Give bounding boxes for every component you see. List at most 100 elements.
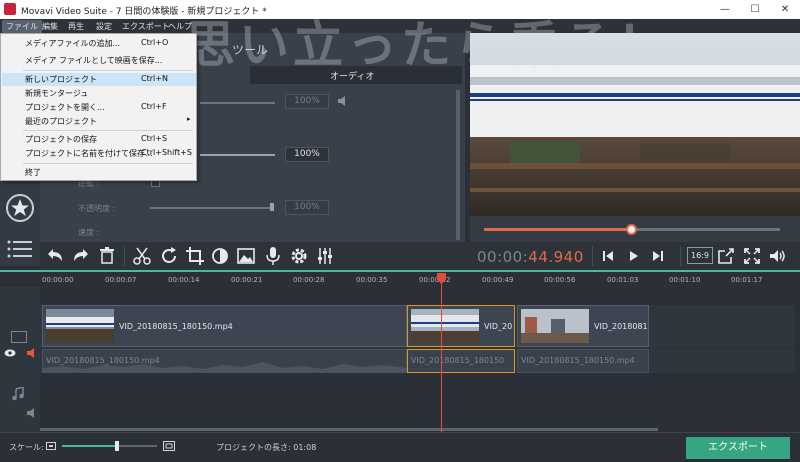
timeline-scrollbar[interactable] [40,428,658,431]
eye-icon[interactable] [4,349,16,357]
audio-clip[interactable]: VID_20180815_180150.mp4 [42,349,407,373]
redo-icon[interactable] [69,244,93,268]
menu-item-new-project[interactable]: 新しいプロジェクト Ctrl+N [2,73,196,86]
menu-item-save-movie[interactable]: メディア ファイルとして映画を保存... [2,54,196,67]
menu-separator [23,163,193,164]
menu-item-label: 新しいプロジェクト [25,75,97,84]
star-effects-icon[interactable] [5,193,35,223]
video-clip-selected[interactable]: VID_20 [407,305,515,347]
menu-play[interactable]: 再生 [64,20,88,33]
audio-clip-name: VID_20180815_180150.mp4 [521,356,635,365]
audio-clip-name: VID_20180815_180150 [411,356,505,365]
audio-speaker-icon[interactable] [27,408,38,418]
fullscreen-icon[interactable] [740,244,764,268]
menu-item-shortcut: Ctrl+S [141,134,168,143]
ruler-tick: 00:00:28 [293,276,325,284]
menu-item-exit[interactable]: 終了 [2,166,196,179]
audio-clip-name: VID_20180815_180150.mp4 [46,356,160,365]
image-icon[interactable] [234,244,258,268]
close-button[interactable]: ✕ [770,0,800,19]
audio-clip-selected[interactable]: VID_20180815_180150 [407,349,515,373]
opacity-slider-track[interactable] [150,207,272,209]
edit-toolbar [40,242,800,270]
timeline-ruler[interactable]: 00:00:00 00:00:07 00:00:14 00:00:21 00:0… [0,270,800,287]
export-button[interactable]: エクスポート [686,437,790,459]
menu-item-shortcut: Ctrl+F [141,102,167,111]
menu-item-save-project[interactable]: プロジェクトの保存 Ctrl+S [2,133,196,146]
speed-label: 速度 : [78,228,100,237]
value-field-1[interactable]: 100% [285,94,329,109]
menu-item-shortcut: Ctrl+Shift+S [141,148,192,157]
skip-back-icon[interactable] [596,244,620,268]
panel-scrollbar[interactable] [456,90,460,240]
seek-knob[interactable] [626,224,637,235]
audio-clip[interactable]: VID_20180815_180150.mp4 [517,349,649,373]
ruler-tick: 00:01:10 [669,276,701,284]
video-clip[interactable]: VID_2018081 [517,305,649,347]
slider-2-track[interactable] [200,154,275,156]
menu-separator [23,70,193,71]
seek-fill [484,228,632,231]
track-headers [0,287,40,432]
volume-icon[interactable] [766,244,790,268]
rotate-icon[interactable] [157,244,181,268]
aspect-ratio-button[interactable]: 16:9 [687,247,713,264]
gear-icon[interactable] [287,244,311,268]
microphone-icon[interactable] [261,244,285,268]
menu-item-add-media[interactable]: メディアファイルの追加... Ctrl+O [2,37,196,50]
undo-icon[interactable] [43,244,67,268]
menu-item-label: プロジェクトに名前を付けて保存... [25,149,153,158]
menu-edit[interactable]: 編集 [38,20,62,33]
project-length: プロジェクトの長さ: 01:08 [216,443,317,452]
export-frame-icon[interactable] [714,244,738,268]
ruler-tick: 00:00:21 [231,276,263,284]
delete-icon[interactable] [95,244,119,268]
clip-name: VID_2018081 [594,322,648,331]
menu-file[interactable]: ファイル [2,20,42,33]
menu-item-new-montage[interactable]: 新規モンタージュ [2,87,196,100]
status-bar [0,432,800,462]
file-menu-dropdown: メディアファイルの追加... Ctrl+O メディア ファイルとして映画を保存..… [0,33,197,181]
submenu-arrow-icon: ▸ [187,115,191,123]
play-icon[interactable] [621,244,645,268]
slider-1-track[interactable] [200,102,275,104]
menu-item-save-as[interactable]: プロジェクトに名前を付けて保存... Ctrl+Shift+S [2,147,196,160]
ruler-tick: 00:00:07 [105,276,137,284]
title-overlay-text: 思い立ったら乗る！ [185,16,671,74]
value-field-2[interactable]: 100% [285,147,329,162]
menu-settings[interactable]: 設定 [92,20,116,33]
more-tools-icon[interactable] [7,239,33,259]
ruler-tick: 00:00:49 [482,276,514,284]
timecode-main: 00:00: [477,248,529,266]
video-clip[interactable]: VID_20180815_180150.mp4 [42,305,407,347]
value-field-3[interactable]: 100% [285,200,329,215]
playhead-line [441,275,442,432]
music-note-icon [12,387,24,401]
equalizer-icon[interactable] [313,244,337,268]
menu-item-recent-projects[interactable]: 最近のプロジェクト ▸ [2,115,196,128]
menu-item-shortcut: Ctrl+N [141,74,168,83]
preview-seekbar[interactable] [470,216,800,242]
opacity-label: 不透明度 : [78,204,116,213]
maximize-button[interactable]: ☐ [740,0,770,19]
scale-label: スケール: [9,443,44,452]
menu-item-label: 新規モンタージュ [25,89,89,98]
opacity-slider-knob[interactable] [270,203,274,211]
crop-icon[interactable] [183,244,207,268]
scissors-icon[interactable] [130,244,154,268]
scale-slider-knob[interactable] [115,441,120,451]
clip-thumbnail [411,309,479,343]
scale-slider-fill [62,445,118,447]
mute-icon[interactable] [27,348,38,358]
speaker-icon[interactable] [337,96,349,106]
skip-forward-icon[interactable] [646,244,670,268]
menu-item-label: メディア ファイルとして映画を保存... [25,56,163,65]
zoom-out-icon[interactable] [46,442,56,450]
menu-item-open-project[interactable]: プロジェクトを開く... Ctrl+F [2,101,196,114]
clip-thumbnail [521,309,589,343]
clip-name: VID_20180815_180150.mp4 [119,322,233,331]
zoom-fit-icon[interactable] [163,441,175,451]
minimize-button[interactable]: — [710,0,740,19]
color-adjust-icon[interactable] [208,244,232,268]
menu-item-shortcut: Ctrl+O [141,38,169,47]
